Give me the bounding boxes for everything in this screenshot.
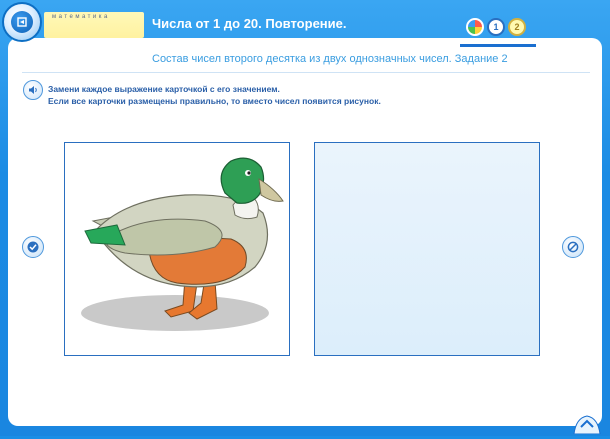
task-title: Состав чисел второго десятка из двух одн… bbox=[152, 53, 508, 65]
task-badges: 1 2 bbox=[466, 18, 526, 36]
check-icon bbox=[27, 241, 39, 253]
instruction-line-2: Если все карточки размещены правильно, т… bbox=[48, 96, 381, 106]
instructions: Замени каждое выражение карточкой с его … bbox=[48, 83, 381, 107]
subject-label: Математика bbox=[52, 14, 110, 20]
divider bbox=[22, 72, 590, 73]
cancel-button[interactable] bbox=[562, 236, 584, 258]
no-icon bbox=[567, 241, 579, 253]
chevron-up-icon bbox=[573, 415, 601, 435]
speaker-icon bbox=[29, 86, 37, 94]
home-icon bbox=[11, 11, 33, 33]
duck-illustration bbox=[81, 157, 284, 331]
scroll-up-button[interactable] bbox=[572, 412, 602, 435]
target-area[interactable] bbox=[314, 142, 540, 356]
active-tab-indicator bbox=[460, 44, 536, 47]
home-button[interactable] bbox=[2, 2, 42, 42]
color-wheel-icon[interactable] bbox=[466, 18, 484, 36]
check-button[interactable] bbox=[22, 236, 44, 258]
picture-card bbox=[64, 142, 290, 356]
subject-tag: Математика bbox=[44, 12, 144, 38]
badge-1[interactable]: 1 bbox=[487, 18, 505, 36]
badge-2[interactable]: 2 bbox=[508, 18, 526, 36]
instruction-line-1: Замени каждое выражение карточкой с его … bbox=[48, 84, 280, 94]
sound-button[interactable] bbox=[23, 80, 43, 100]
lesson-title: Числа от 1 до 20. Повторение. bbox=[152, 16, 347, 31]
